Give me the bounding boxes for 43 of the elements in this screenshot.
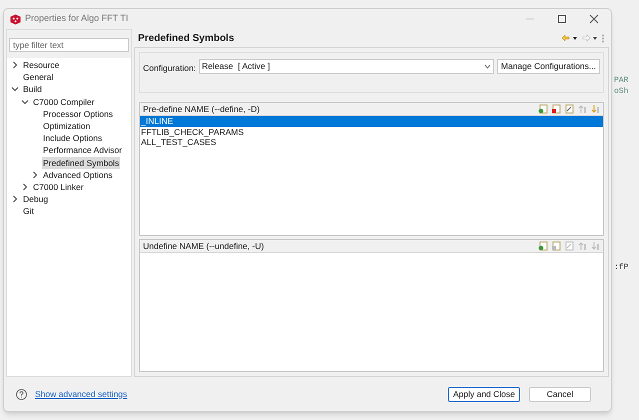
tree-item[interactable]: Debug [22, 193, 50, 206]
list-item[interactable]: FFTLIB_CHECK_PARAMS [140, 126, 603, 137]
tree-item[interactable]: Git [22, 205, 35, 218]
tree-item[interactable]: Resource [22, 59, 60, 72]
tree-item[interactable]: General [22, 71, 54, 84]
tree-item[interactable]: Predefined Symbols [42, 156, 120, 169]
code-fragment: PAR [614, 75, 630, 86]
add-icon[interactable] [538, 241, 548, 251]
forward-arrow-icon[interactable] [581, 34, 599, 42]
manage-configurations-button[interactable]: Manage Configurations... [497, 59, 600, 74]
configuration-label: Configuration: [143, 62, 196, 75]
edit-icon[interactable] [564, 104, 574, 114]
page-title: Predefined Symbols [138, 32, 234, 46]
list-item[interactable]: _INLINE [140, 116, 603, 126]
chevron-icon[interactable] [11, 61, 19, 70]
code-fragment: :fP [614, 262, 630, 273]
configuration-dropdown[interactable]: Release [ Active ] [198, 59, 494, 74]
window-title: Properties for Algo FFT TI [25, 12, 128, 26]
down-icon[interactable] [590, 104, 600, 114]
list-item[interactable]: ALL_TEST_CASES [140, 137, 603, 148]
show-advanced-settings-link[interactable]: Show advanced settings [35, 388, 128, 400]
filter-field[interactable]: type filter text [9, 38, 129, 52]
maximize-icon[interactable] [557, 14, 567, 24]
back-arrow-icon[interactable] [561, 34, 579, 42]
help-icon[interactable] [16, 388, 27, 400]
tree-item[interactable]: C7000 Compiler [32, 96, 96, 108]
dropdown-caret-icon [484, 64, 492, 69]
tree-item[interactable]: C7000 Linker [32, 180, 85, 193]
tree-item[interactable]: Advanced Options [42, 168, 114, 181]
dialog-button[interactable]: Cancel [529, 386, 591, 402]
dialog-button[interactable]: Apply and Close [448, 386, 520, 402]
tree-item[interactable]: Optimization [42, 120, 92, 132]
list-title: Pre-define NAME (--define, -D) [143, 102, 260, 116]
add-icon[interactable] [538, 104, 548, 114]
delete-icon[interactable] [551, 104, 561, 114]
tree-item[interactable]: Performance Advisor [42, 144, 123, 156]
cube-icon [10, 14, 21, 24]
code-fragment: oSh [614, 86, 630, 97]
tree-item[interactable]: Include Options [42, 132, 104, 144]
tree-item[interactable]: Build [22, 83, 43, 96]
close-icon[interactable] [589, 14, 599, 24]
list-title: Undefine NAME (--undefine, -U) [143, 240, 264, 252]
tree-item[interactable]: Processor Options [42, 108, 114, 120]
